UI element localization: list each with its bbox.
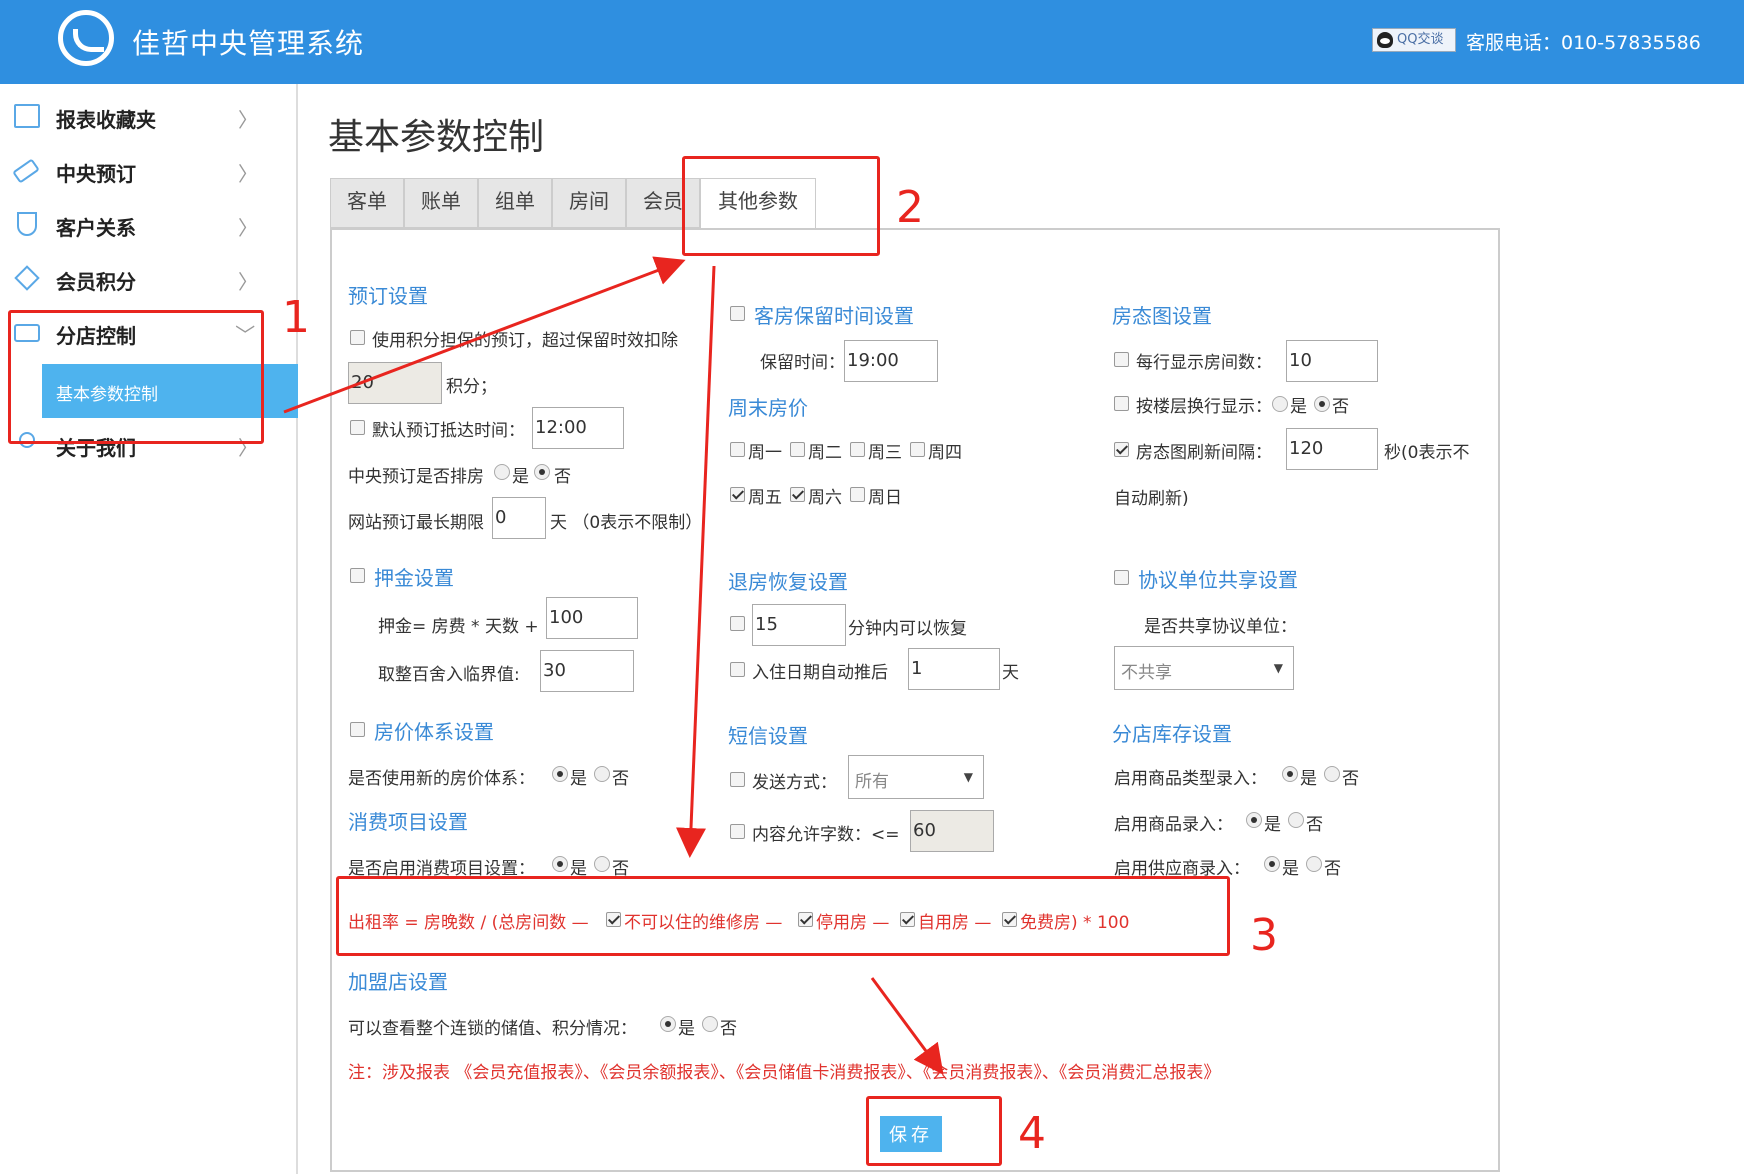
arrow-2-to-3 — [675, 265, 716, 858]
arrow-1-to-2 — [283, 256, 686, 414]
arrow-3-to-4 — [870, 977, 944, 1075]
annotation-arrows — [283, 256, 944, 1075]
